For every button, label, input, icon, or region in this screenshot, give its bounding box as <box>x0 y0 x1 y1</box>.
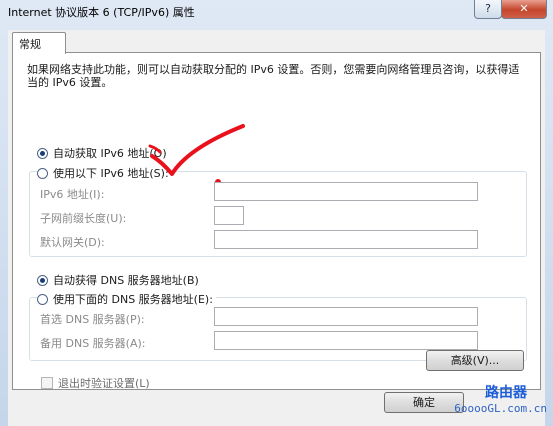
tab-label: 常规 <box>19 38 41 51</box>
watermark-top: 路由器 <box>485 385 527 401</box>
advanced-button[interactable]: 高级(V)... <box>426 350 524 371</box>
tab-panel-general: 如果网络支持此功能，则可以自动获取分配的 IPv6 设置。否则，您需要向网络管理… <box>12 52 541 390</box>
radio-manual-dns[interactable]: 使用下面的 DNS 服务器地址(E): <box>37 291 216 307</box>
radio-auto-dns[interactable]: 自动获得 DNS 服务器地址(B) <box>37 272 199 288</box>
default-gateway-field[interactable] <box>214 230 478 249</box>
radio-manual-dns-label: 使用下面的 DNS 服务器地址(E): <box>53 293 213 306</box>
red-checkmark-annotation <box>148 124 245 182</box>
validate-checkbox[interactable]: 退出时验证设置(L) <box>41 375 150 391</box>
ipv6-address-field[interactable] <box>214 182 478 201</box>
title-bar[interactable]: Internet 协议版本 6 (TCP/IPv6) 属性 ? ✕ <box>0 0 553 24</box>
window-title: Internet 协议版本 6 (TCP/IPv6) 属性 <box>8 6 195 19</box>
tab-general[interactable]: 常规 <box>12 32 66 54</box>
radio-indicator <box>37 147 48 159</box>
watermark: 路由器 6ooooGL.com.cn <box>418 382 553 426</box>
alternate-dns-field[interactable] <box>214 331 478 350</box>
default-gateway-label: 默认网关(D): <box>40 236 105 249</box>
validate-checkbox-label: 退出时验证设置(L) <box>58 377 150 390</box>
radio-indicator <box>37 167 48 179</box>
checkbox-box <box>41 377 53 389</box>
radio-indicator <box>37 274 48 286</box>
subnet-prefix-label: 子网前缀长度(U): <box>40 212 127 225</box>
radio-indicator <box>37 293 48 305</box>
dialog-body: 常规 如果网络支持此功能，则可以自动获取分配的 IPv6 设置。否则，您需要向网… <box>8 30 545 426</box>
description-text: 如果网络支持此功能，则可以自动获取分配的 IPv6 设置。否则，您需要向网络管理… <box>27 63 520 89</box>
ipv6-address-label: IPv6 地址(I): <box>40 188 105 201</box>
preferred-dns-field[interactable] <box>214 307 478 326</box>
dialog-window: Internet 协议版本 6 (TCP/IPv6) 属性 ? ✕ 常规 如果网… <box>0 0 553 426</box>
help-button[interactable]: ? <box>474 0 502 19</box>
preferred-dns-label: 首选 DNS 服务器(P): <box>40 313 145 326</box>
close-button[interactable]: ✕ <box>501 0 547 19</box>
radio-auto-dns-label: 自动获得 DNS 服务器地址(B) <box>53 274 199 287</box>
alternate-dns-label: 备用 DNS 服务器(A): <box>40 337 146 350</box>
subnet-prefix-field[interactable] <box>214 206 244 225</box>
watermark-bottom: 6ooooGL.com.cn <box>454 402 547 415</box>
